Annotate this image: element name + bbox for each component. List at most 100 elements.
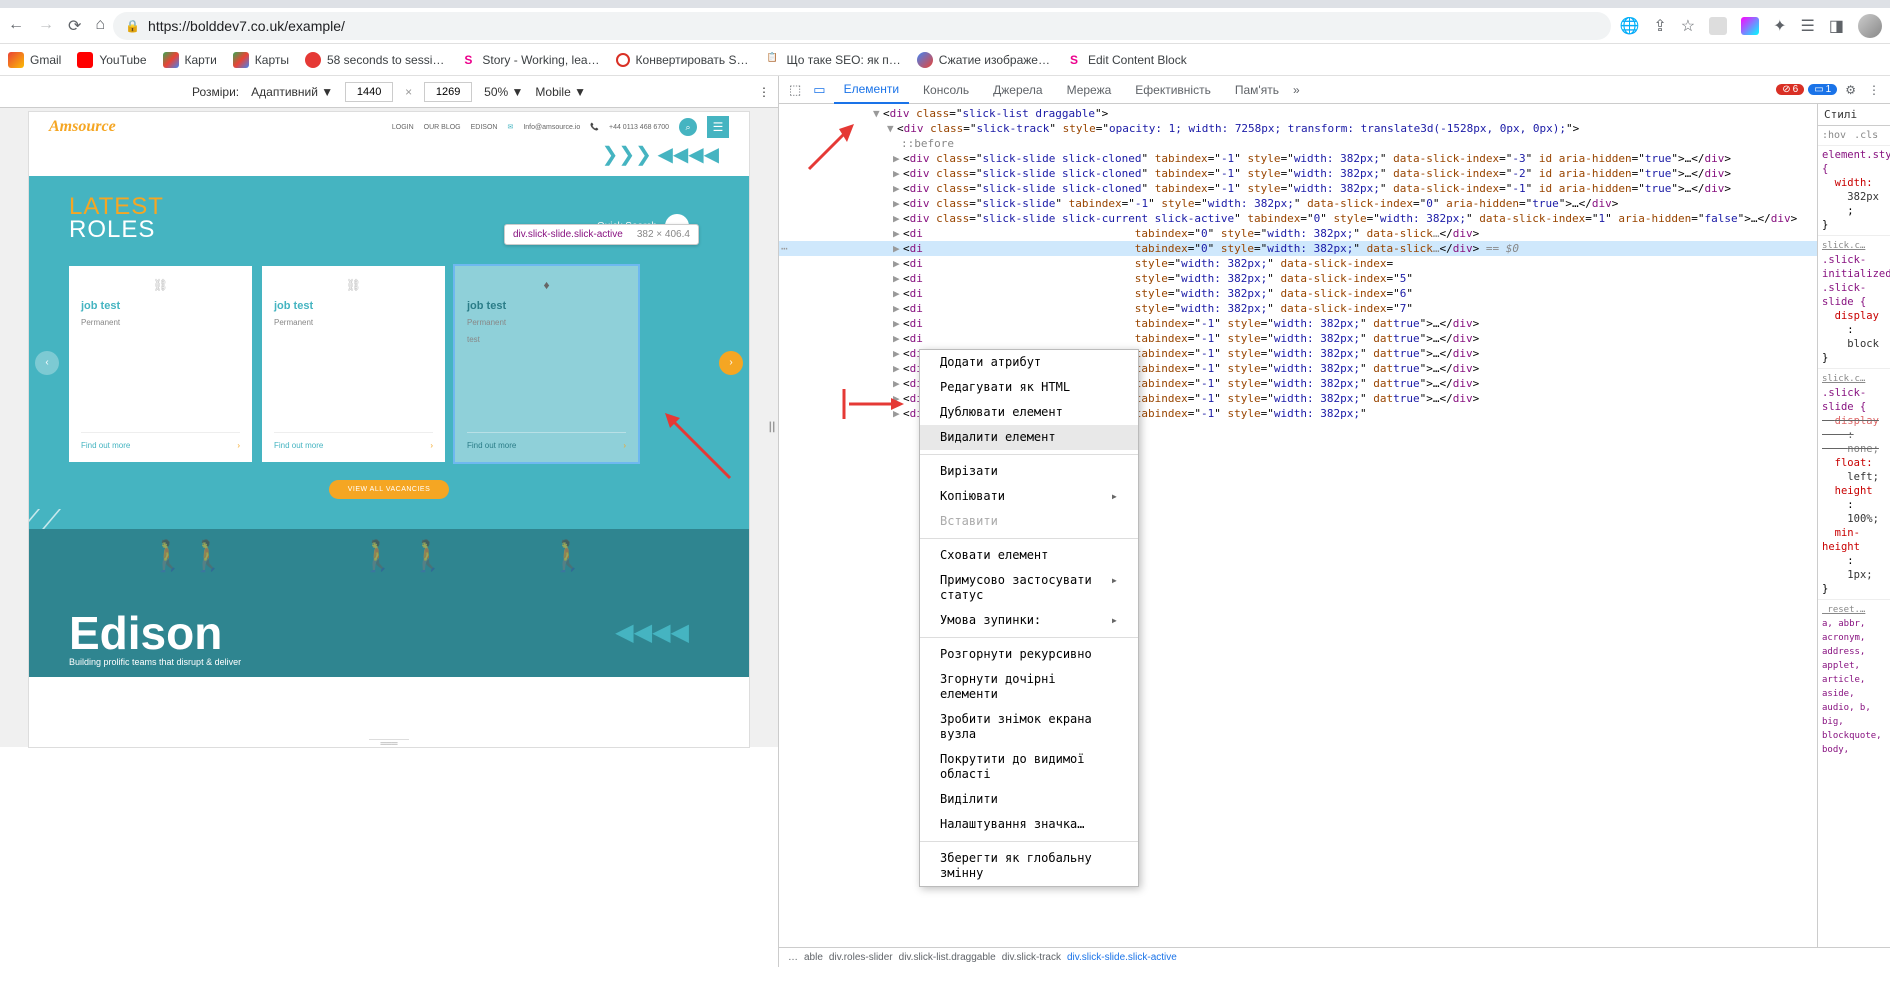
info-count-badge[interactable]: ▭ 1 — [1808, 84, 1837, 95]
height-input[interactable] — [424, 82, 472, 102]
context-break-on[interactable]: Умова зупинки: — [920, 608, 1138, 633]
reading-list-icon[interactable]: ☰ — [1801, 16, 1815, 36]
translate-icon[interactable]: 🌐 — [1619, 16, 1639, 36]
card-desc: test — [467, 335, 626, 344]
header-search-icon[interactable]: ⌕ — [679, 118, 697, 136]
job-card[interactable]: ⛓ job test Permanent Find out more› — [262, 266, 445, 462]
devtools-tabs: ⬚ ▭ Елементи Консоль Джерела Мережа Ефек… — [779, 76, 1890, 104]
decorative-chevrons-2: ◀◀◀◀ — [615, 618, 689, 647]
tooltip-selector: div.slick-slide.slick-active — [513, 229, 623, 240]
burger-menu-icon[interactable]: ☰ — [707, 116, 729, 138]
tab-memory[interactable]: Пам'ять — [1225, 77, 1289, 103]
context-focus[interactable]: Виділити — [920, 787, 1138, 812]
device-options-menu[interactable]: ⋮ — [758, 85, 770, 99]
context-delete-element[interactable]: Видалити елемент — [920, 425, 1138, 450]
inspect-element-icon[interactable]: ⬚ — [785, 78, 805, 102]
device-dropdown[interactable]: Mobile ▼ — [535, 85, 586, 99]
edison-title: Edison — [69, 614, 241, 653]
tab-sources[interactable]: Джерела — [983, 77, 1052, 103]
tab-performance[interactable]: Ефективність — [1125, 77, 1221, 103]
bookmark-edit-content[interactable]: SEdit Content Block — [1066, 52, 1187, 68]
context-copy[interactable]: Копіювати — [920, 484, 1138, 509]
context-capture-screenshot[interactable]: Зробити знімок екрана вузла — [920, 707, 1138, 747]
nav-edison[interactable]: EDISON — [471, 124, 498, 131]
zoom-dropdown[interactable]: 50% ▼ — [484, 85, 523, 99]
more-tabs-icon[interactable]: » — [1293, 83, 1300, 97]
decorative-chevrons: ❯❯❯ ◀◀◀◀ — [29, 142, 749, 176]
bookmark-compress[interactable]: Сжатие изображе… — [917, 52, 1050, 68]
extension-icon-1[interactable] — [1709, 17, 1727, 35]
slider-next-icon[interactable]: › — [719, 351, 743, 375]
styles-panel: Стилі :hov .cls element.style { width: 3… — [1817, 104, 1890, 947]
hov-toggle[interactable]: :hov — [1822, 130, 1846, 141]
context-duplicate[interactable]: Дублювати елемент — [920, 400, 1138, 425]
cls-toggle[interactable]: .cls — [1854, 130, 1878, 141]
view-all-vacancies-button[interactable]: VIEW ALL VACANCIES — [329, 480, 449, 499]
bookmark-seo[interactable]: 📋Що таке SEO: як п… — [764, 52, 900, 68]
devtools-panel: ⬚ ▭ Елементи Консоль Джерела Мережа Ефек… — [778, 76, 1890, 967]
url-bar[interactable]: 🔒 https://bolddev7.co.uk/example/ — [113, 12, 1611, 40]
email-icon: ✉ — [507, 123, 513, 131]
viewport-resize-handle[interactable] — [764, 408, 778, 448]
findout-link[interactable]: Find out more — [467, 441, 516, 450]
nav-blog[interactable]: OUR BLOG — [424, 124, 461, 131]
site-logo[interactable]: Amsource — [49, 118, 116, 136]
profile-avatar[interactable] — [1858, 14, 1882, 38]
context-force-state[interactable]: Примусово застосувати статус — [920, 568, 1138, 608]
job-card[interactable]: ⛓ job test Permanent Find out more› — [69, 266, 252, 462]
devtools-menu-icon[interactable]: ⋮ — [1864, 79, 1884, 101]
element-inspect-tooltip: div.slick-slide.slick-active 382 × 406.4 — [504, 224, 699, 245]
selected-element-line[interactable]: ⋯▶<dixxxxxxxxxxxxxxxxxxxxxxxxxxxxxxxxtab… — [779, 241, 1817, 256]
nav-phone[interactable]: +44 0113 468 6700 — [609, 124, 669, 131]
responsive-dropdown[interactable]: Адаптивний ▼ — [251, 85, 333, 99]
share-icon[interactable]: ⇪ — [1653, 16, 1666, 36]
lock-icon: 🔒 — [125, 19, 140, 33]
context-hide-element[interactable]: Сховати елемент — [920, 543, 1138, 568]
devtools-settings-icon[interactable]: ⚙ — [1841, 79, 1860, 101]
tab-console[interactable]: Консоль — [913, 77, 979, 103]
forward-button[interactable]: → — [38, 16, 54, 36]
nav-login[interactable]: LOGIN — [392, 124, 414, 131]
bookmark-star-icon[interactable]: ☆ — [1681, 16, 1695, 36]
context-store-global[interactable]: Зберегти як глобальну змінну — [920, 846, 1138, 886]
context-cut[interactable]: Вирізати — [920, 459, 1138, 484]
width-input[interactable] — [345, 82, 393, 102]
context-edit-html[interactable]: Редагувати як HTML — [920, 375, 1138, 400]
device-toggle-icon[interactable]: ▭ — [809, 78, 829, 102]
job-card-highlighted[interactable]: ♦ job test Permanent test Find out more› — [455, 266, 638, 462]
bookmark-maps-1[interactable]: Карти — [163, 52, 217, 68]
reload-button[interactable]: ⟳ — [68, 16, 81, 36]
context-scroll-into-view[interactable]: Покрутити до видимої області — [920, 747, 1138, 787]
home-button[interactable]: ⌂ — [95, 16, 105, 36]
tab-elements[interactable]: Елементи — [834, 76, 909, 104]
card-title: job test — [81, 300, 240, 312]
styles-tab[interactable]: Стилі — [1818, 104, 1890, 126]
styles-content[interactable]: element.style { width: 382px ; } slick.c… — [1818, 146, 1890, 759]
side-panel-icon[interactable]: ◨ — [1829, 16, 1844, 36]
tab-network[interactable]: Мережа — [1057, 77, 1122, 103]
findout-link[interactable]: Find out more — [274, 441, 323, 450]
context-add-attribute[interactable]: Додати атрибут — [920, 350, 1138, 375]
context-badge-settings[interactable]: Налаштування значка… — [920, 812, 1138, 837]
bookmark-youtube[interactable]: YouTube — [77, 52, 146, 68]
extensions-puzzle-icon[interactable]: ✦ — [1773, 16, 1786, 36]
elements-tree[interactable]: ▼<div class="slick-list draggable"> ▼<di… — [779, 104, 1817, 947]
extension-icon-2[interactable] — [1741, 17, 1759, 35]
bookmark-gmail[interactable]: Gmail — [8, 52, 61, 68]
chain-icon: ⛓ — [81, 278, 240, 292]
bookmark-convert[interactable]: Конвертировать S… — [616, 53, 749, 67]
findout-link[interactable]: Find out more — [81, 441, 130, 450]
phone-icon: 📞 — [590, 123, 599, 131]
nav-email[interactable]: Info@amsource.io — [523, 124, 580, 131]
viewport-bottom-handle[interactable]: ═══ — [369, 739, 409, 747]
bookmark-58sec[interactable]: 58 seconds to sessi… — [305, 52, 444, 68]
error-count-badge[interactable]: ⊘ 6 — [1776, 84, 1804, 95]
context-collapse-children[interactable]: Згорнути дочірні елементи — [920, 667, 1138, 707]
back-button[interactable]: ← — [8, 16, 24, 36]
eth-icon: ♦ — [467, 278, 626, 292]
elements-breadcrumb[interactable]: … able div.roles-slider div.slick-list.d… — [779, 947, 1890, 967]
slider-prev-icon[interactable]: ‹ — [35, 351, 59, 375]
bookmark-maps-2[interactable]: Карты — [233, 52, 289, 68]
bookmark-story[interactable]: SStory - Working, lea… — [460, 52, 599, 68]
context-expand-recursively[interactable]: Розгорнути рекурсивно — [920, 642, 1138, 667]
